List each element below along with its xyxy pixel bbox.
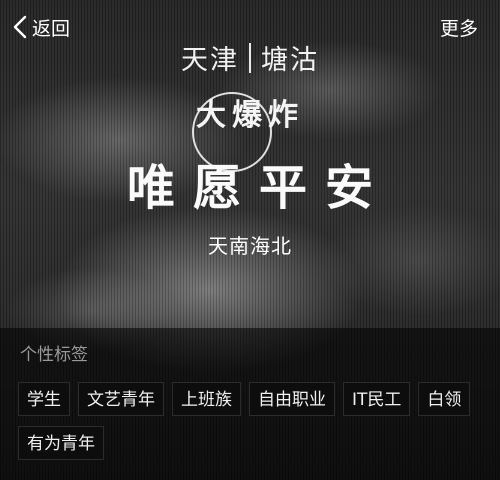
tag-item[interactable]: 有为青年 [18, 426, 104, 460]
chevron-left-icon [13, 15, 27, 39]
tag-item[interactable]: 白领 [418, 382, 471, 416]
location-title: 天津 塘沽 [0, 38, 500, 77]
tag-list: 学生 文艺青年 上班族 自由职业 IT民工 白领 有为青年 [18, 382, 488, 460]
back-label: 返回 [32, 17, 71, 40]
tags-section-title: 个性标签 [20, 345, 88, 365]
tag-item[interactable]: 学生 [18, 382, 70, 416]
motto-text: 唯愿平安 [126, 160, 391, 216]
district-label: 塘沽 [261, 45, 319, 76]
tag-item[interactable]: IT民工 [343, 382, 411, 416]
tag-item[interactable]: 上班族 [172, 382, 241, 416]
tag-item[interactable]: 文艺青年 [78, 382, 164, 416]
headline-text: 大爆炸 [196, 98, 304, 133]
tag-item[interactable]: 自由职业 [249, 382, 335, 416]
more-button[interactable]: 更多 [440, 14, 478, 41]
region-text: 天南海北 [208, 234, 292, 258]
tags-panel: 个性标签 学生 文艺青年 上班族 自由职业 IT民工 白领 有为青年 [0, 328, 500, 480]
city-label: 天津 [181, 45, 239, 76]
location-divider [249, 42, 251, 73]
